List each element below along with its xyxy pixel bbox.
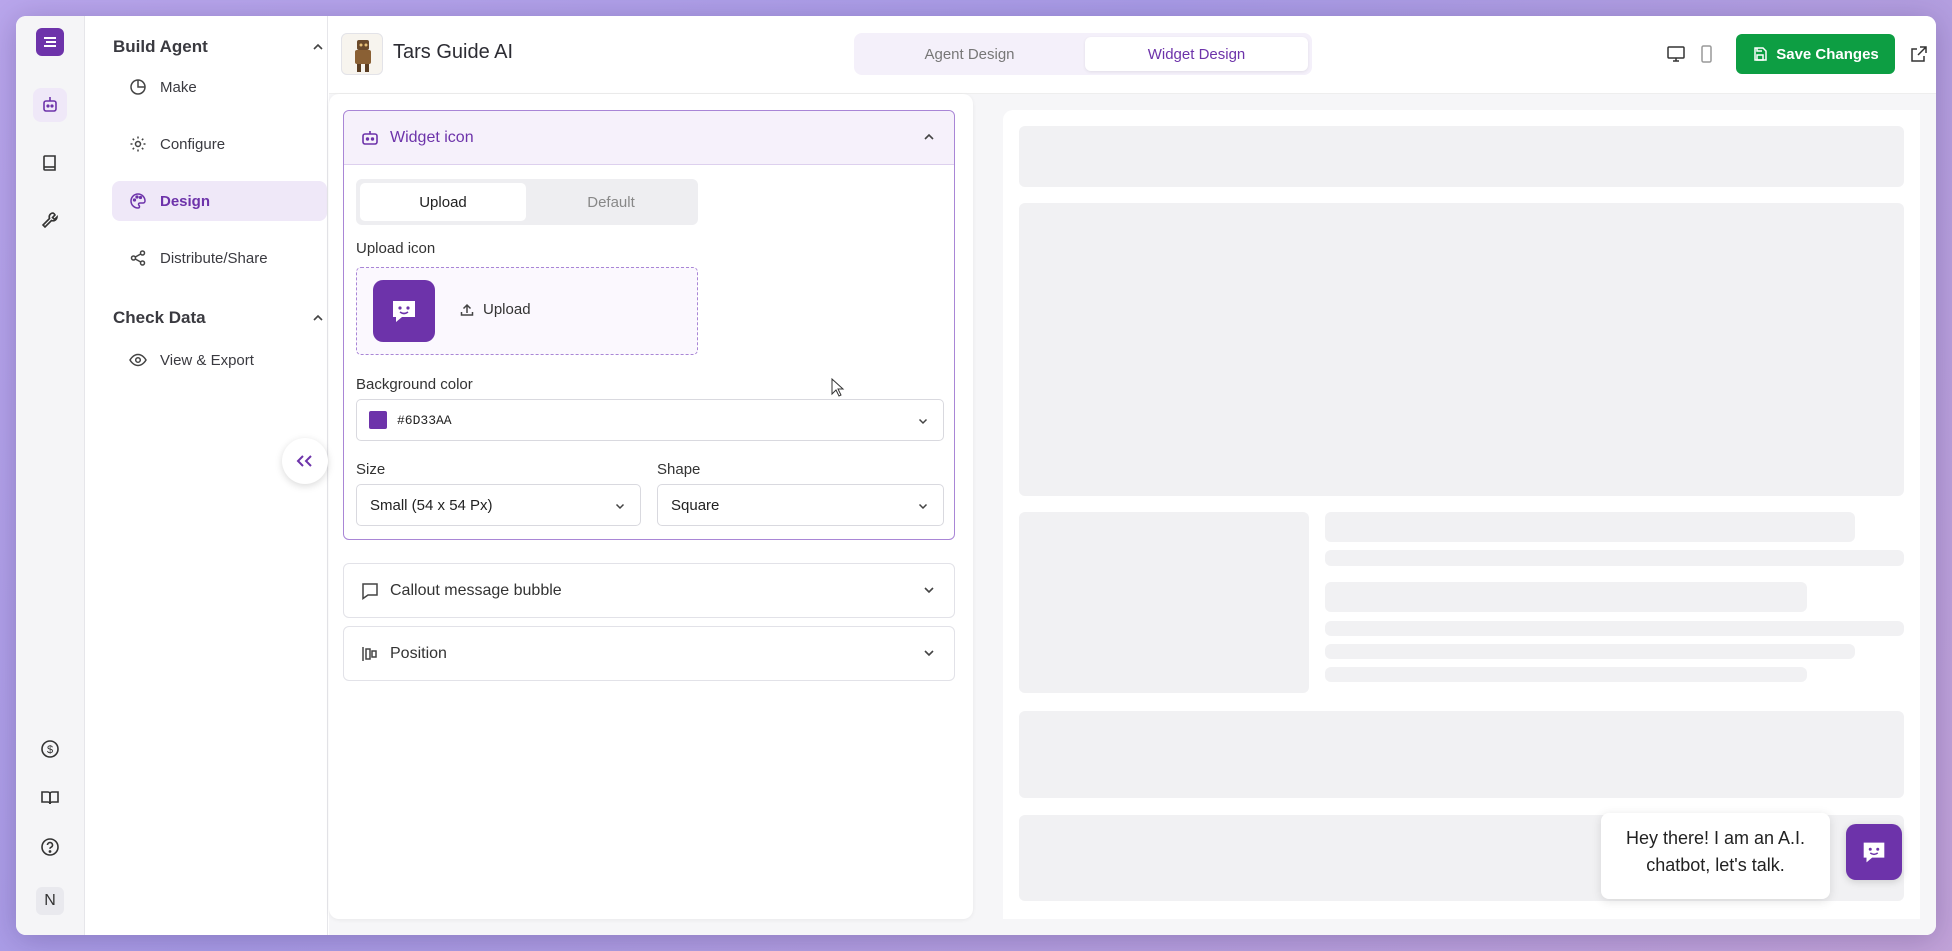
shape-label: Shape xyxy=(657,461,701,478)
save-changes-button[interactable]: Save Changes xyxy=(1736,34,1895,74)
share-icon xyxy=(130,250,146,266)
tab-agent-design[interactable]: Agent Design xyxy=(858,37,1081,71)
mouse-cursor-icon xyxy=(831,378,845,397)
chevron-down-icon xyxy=(918,503,928,510)
size-label: Size xyxy=(356,461,386,478)
help-icon[interactable] xyxy=(33,830,67,864)
tab-widget-design[interactable]: Widget Design xyxy=(1085,37,1308,71)
sidebar-item-distribute-share[interactable]: Distribute/Share xyxy=(112,238,327,278)
nav-section-title: Check Data xyxy=(113,308,206,327)
section-title: Callout message bubble xyxy=(390,582,562,599)
align-icon xyxy=(362,647,377,661)
section-title: Widget icon xyxy=(390,128,474,146)
callout-message-bubble-section[interactable]: Callout message bubble xyxy=(343,563,955,618)
skeleton-line xyxy=(1325,667,1807,682)
gear-icon xyxy=(130,136,146,152)
upload-button[interactable]: Upload xyxy=(459,301,531,318)
background-color-label: Background color xyxy=(356,376,473,393)
skeleton-block xyxy=(1019,512,1309,693)
app-logo-icon[interactable] xyxy=(36,28,64,56)
robot-icon[interactable] xyxy=(33,88,67,122)
robot-icon xyxy=(362,130,378,145)
sidebar-item-label: Configure xyxy=(160,135,226,153)
agent-avatar xyxy=(341,33,383,75)
sidebar-item-label: Distribute/Share xyxy=(160,249,268,267)
callout-line-1: Hey there! I am an A.I. xyxy=(1625,828,1806,848)
widget-launcher-button[interactable] xyxy=(1846,824,1902,880)
position-section[interactable]: Position xyxy=(343,626,955,681)
skeleton-block xyxy=(1019,203,1904,496)
svg-text:$: $ xyxy=(47,744,53,756)
skeleton-block xyxy=(1019,711,1904,798)
callout-header[interactable]: Callout message bubble xyxy=(344,564,954,618)
chevron-up-icon xyxy=(313,43,323,50)
eye-icon xyxy=(129,353,147,367)
save-label: Save Changes xyxy=(1776,45,1879,63)
billing-icon[interactable]: $ xyxy=(33,732,67,766)
pie-chart-icon xyxy=(130,79,146,95)
upload-dropzone[interactable]: Upload xyxy=(356,267,698,355)
skeleton-line xyxy=(1325,582,1807,612)
collapse-sidebar-button[interactable] xyxy=(282,438,328,484)
book-icon[interactable] xyxy=(33,146,67,180)
docs-icon[interactable] xyxy=(33,781,67,815)
callout-bubble[interactable]: Hey there! I am an A.I. chatbot, let's t… xyxy=(1601,813,1830,899)
icon-rail: $ N xyxy=(16,16,85,935)
sidebar-item-label: View & Export xyxy=(160,351,254,369)
position-header[interactable]: Position xyxy=(344,627,954,681)
top-header: Tars Guide AI Agent Design Widget Design… xyxy=(329,16,1936,94)
color-value: #6D33AA xyxy=(397,412,452,428)
sidebar-item-label: Design xyxy=(160,192,211,210)
shape-select[interactable]: Square xyxy=(657,484,944,526)
sidebar-item-label: Make xyxy=(160,78,197,96)
chevron-down-icon xyxy=(924,650,934,657)
upload-icon xyxy=(460,303,474,316)
save-icon xyxy=(1754,47,1767,61)
avatar[interactable]: N xyxy=(36,887,64,915)
sidebar-item-view-export[interactable]: View & Export xyxy=(112,340,327,380)
desktop-icon[interactable] xyxy=(1666,44,1686,64)
sidebar-item-make[interactable]: Make xyxy=(112,67,327,107)
nav-section-build-agent[interactable]: Build Agent xyxy=(113,37,325,57)
skeleton-block xyxy=(1019,126,1904,187)
palette-icon xyxy=(130,193,146,209)
agent-name: Tars Guide AI xyxy=(393,41,514,63)
nav-section-check-data[interactable]: Check Data xyxy=(113,308,325,328)
section-title: Position xyxy=(390,645,447,662)
widget-icon-preview xyxy=(373,280,435,342)
sidebar-item-configure[interactable]: Configure xyxy=(112,124,327,164)
color-swatch xyxy=(369,411,387,429)
skeleton-line xyxy=(1325,512,1855,542)
skeleton-line xyxy=(1325,550,1904,566)
icon-source-tabs: Upload Default xyxy=(356,179,698,225)
skeleton-line xyxy=(1325,621,1904,636)
external-link-icon[interactable] xyxy=(1909,44,1929,64)
chevron-down-icon xyxy=(918,418,928,425)
chevron-down-icon xyxy=(924,587,934,594)
skeleton-line xyxy=(1325,644,1855,659)
background-color-picker[interactable]: #6D33AA xyxy=(356,399,944,441)
chevron-up-icon xyxy=(313,314,323,321)
callout-line-2: chatbot, let's talk. xyxy=(1646,855,1785,875)
size-select[interactable]: Small (54 x 54 Px) xyxy=(356,484,641,526)
shape-value: Square xyxy=(671,496,720,514)
wrench-icon[interactable] xyxy=(33,203,67,237)
nav-section-title: Build Agent xyxy=(113,37,208,56)
upload-label: Upload xyxy=(483,301,531,318)
chat-bubble-icon xyxy=(1863,842,1885,863)
tab-default[interactable]: Default xyxy=(528,183,694,221)
double-chevron-left-icon xyxy=(296,455,312,467)
design-mode-tabs: Agent Design Widget Design xyxy=(854,33,1312,75)
chevron-down-icon xyxy=(615,503,625,510)
widget-icon-header[interactable]: Widget icon xyxy=(344,111,954,165)
message-square-icon xyxy=(362,583,378,600)
sidebar-item-design[interactable]: Design xyxy=(112,181,327,221)
size-value: Small (54 x 54 Px) xyxy=(370,496,493,514)
widget-icon-section: Widget icon Upload Default Upload icon U… xyxy=(343,110,955,540)
mobile-icon[interactable] xyxy=(1696,44,1716,64)
upload-icon-label: Upload icon xyxy=(356,240,436,257)
chevron-up-icon xyxy=(924,133,934,140)
tab-upload[interactable]: Upload xyxy=(360,183,526,221)
chat-bubble-icon xyxy=(393,301,415,322)
